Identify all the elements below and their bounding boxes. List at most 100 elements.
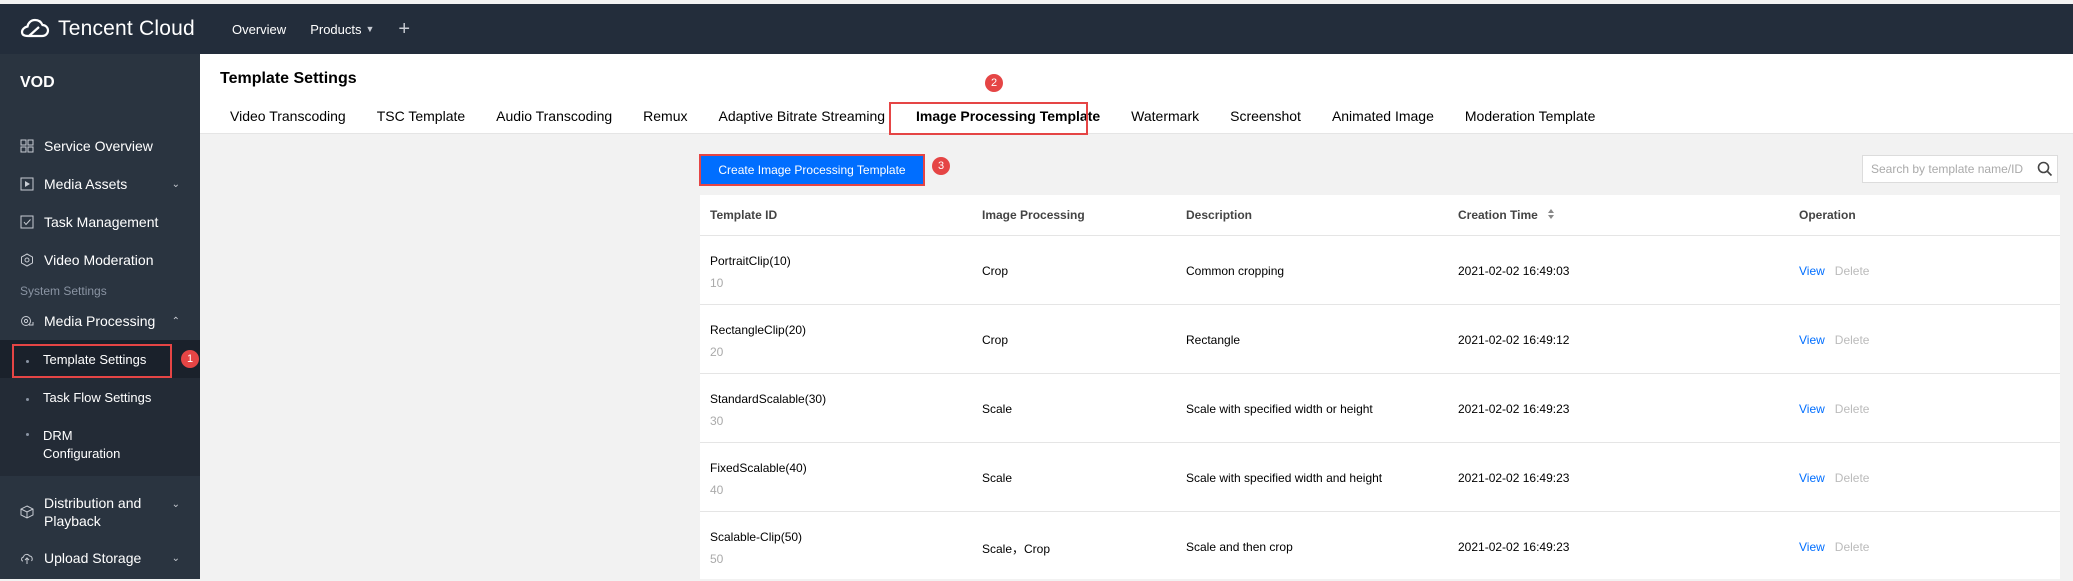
sidebar-item-task-management[interactable]: Task Management bbox=[0, 205, 200, 239]
sidebar-item-media-processing[interactable]: Media Processing ⌃ bbox=[0, 304, 200, 338]
template-name: FixedScalable(40) bbox=[710, 461, 807, 475]
delete-link[interactable]: Delete bbox=[1835, 264, 1870, 278]
content-header: Template Settings Video Transcoding TSC … bbox=[200, 54, 2073, 134]
delete-link[interactable]: Delete bbox=[1835, 402, 1870, 416]
chevron-down-icon: ⌄ bbox=[171, 552, 180, 564]
search-input[interactable] bbox=[1871, 157, 2031, 181]
view-link[interactable]: View bbox=[1799, 264, 1825, 278]
column-header-operation: Operation bbox=[1799, 208, 1856, 222]
view-link[interactable]: View bbox=[1799, 471, 1825, 485]
sidebar-item-video-moderation[interactable]: Video Moderation bbox=[0, 243, 200, 277]
template-name: Scalable-Clip(50) bbox=[710, 530, 803, 544]
step-badge-3: 3 bbox=[932, 157, 950, 175]
column-header-template-id: Template ID bbox=[710, 208, 778, 222]
sidebar-item-label: Video Moderation bbox=[44, 252, 154, 268]
sidebar-item-media-assets[interactable]: Media Assets ⌄ bbox=[0, 167, 200, 201]
creation-time-cell: 2021-02-02 16:49:23 bbox=[1458, 540, 1570, 554]
check-square-icon bbox=[20, 215, 34, 229]
operation-cell: View Delete bbox=[1799, 402, 1869, 416]
sidebar-item-service-overview[interactable]: Service Overview bbox=[0, 129, 200, 163]
sidebar-group-label: System Settings bbox=[20, 284, 107, 298]
sidebar-title: VOD bbox=[20, 74, 55, 91]
view-link[interactable]: View bbox=[1799, 540, 1825, 554]
operation-cell: View Delete bbox=[1799, 264, 1869, 278]
highlight-create-button bbox=[699, 154, 925, 186]
tab-remux[interactable]: Remux bbox=[643, 108, 687, 124]
bullet-icon bbox=[26, 398, 29, 401]
templates-table: Template ID Image Processing Description… bbox=[700, 195, 2060, 579]
logo-text: Tencent Cloud bbox=[58, 17, 195, 40]
sort-icon[interactable] bbox=[1547, 196, 1555, 236]
creation-time-cell: 2021-02-02 16:49:03 bbox=[1458, 264, 1570, 278]
step-badge-1: 1 bbox=[181, 350, 199, 368]
top-bar: Tencent Cloud Overview Products ▼ + bbox=[0, 0, 2073, 54]
delete-link[interactable]: Delete bbox=[1835, 540, 1870, 554]
table-row: PortraitClip(10) 10 Crop Common cropping … bbox=[700, 236, 2060, 305]
template-id-cell: StandardScalable(30) 30 bbox=[710, 392, 826, 428]
description-cell: Scale and then crop bbox=[1186, 540, 1293, 554]
caret-down-icon: ▼ bbox=[365, 24, 375, 34]
cloud-logo-icon bbox=[20, 18, 50, 38]
tab-tsc-template[interactable]: TSC Template bbox=[377, 108, 465, 124]
nav-products[interactable]: Products ▼ bbox=[310, 22, 374, 37]
delete-link[interactable]: Delete bbox=[1835, 333, 1870, 347]
sidebar-subitem-task-flow-settings[interactable]: Task Flow Settings bbox=[0, 390, 200, 405]
description-cell: Scale with specified width and height bbox=[1186, 471, 1383, 485]
view-link[interactable]: View bbox=[1799, 333, 1825, 347]
table-row: FixedScalable(40) 40 Scale Scale with spe… bbox=[700, 443, 2060, 512]
gear-cloud-icon bbox=[20, 314, 34, 328]
sidebar-item-label: Task Management bbox=[44, 214, 159, 230]
tab-screenshot[interactable]: Screenshot bbox=[1230, 108, 1301, 124]
template-id-cell: FixedScalable(40) 40 bbox=[710, 461, 807, 497]
tab-audio-transcoding[interactable]: Audio Transcoding bbox=[496, 108, 612, 124]
column-header-image-processing: Image Processing bbox=[982, 208, 1085, 222]
sidebar-subitem-drm-configuration[interactable]: DRM Configuration bbox=[0, 427, 120, 463]
processing-cell: Scale bbox=[982, 402, 1013, 416]
tab-animated-image[interactable]: Animated Image bbox=[1332, 108, 1434, 124]
template-id-cell: RectangleClip(20) 20 bbox=[710, 323, 806, 359]
processing-cell: Scale，Crop bbox=[982, 542, 1051, 556]
step-badge-2: 2 bbox=[985, 74, 1003, 92]
highlight-template-settings bbox=[12, 344, 172, 378]
template-search bbox=[1862, 155, 2058, 183]
template-id-cell: PortraitClip(10) 10 bbox=[710, 254, 791, 290]
tab-adaptive-bitrate-streaming[interactable]: Adaptive Bitrate Streaming bbox=[719, 108, 886, 124]
tencent-cloud-logo[interactable]: Tencent Cloud bbox=[20, 17, 200, 41]
column-header-creation-time[interactable]: Creation Time bbox=[1458, 195, 1555, 235]
bullet-icon bbox=[26, 433, 29, 436]
table-row: Scalable-Clip(50) 50 Scale，Crop Scale and… bbox=[700, 512, 2060, 581]
chevron-down-icon: ⌄ bbox=[171, 499, 180, 510]
search-icon[interactable] bbox=[2037, 161, 2053, 177]
template-id: 10 bbox=[710, 276, 724, 290]
operation-cell: View Delete bbox=[1799, 333, 1869, 347]
template-id: 50 bbox=[710, 552, 724, 566]
view-link[interactable]: View bbox=[1799, 402, 1825, 416]
add-shortcut-button[interactable]: + bbox=[398, 18, 410, 41]
description-cell: Scale with specified width or height bbox=[1186, 402, 1373, 416]
template-name: PortraitClip(10) bbox=[710, 254, 791, 268]
delete-link[interactable]: Delete bbox=[1835, 471, 1870, 485]
chevron-down-icon: ⌄ bbox=[171, 178, 180, 190]
operation-cell: View Delete bbox=[1799, 540, 1869, 554]
template-name: RectangleClip(20) bbox=[710, 323, 807, 337]
nav-overview-label: Overview bbox=[232, 21, 287, 37]
sidebar-item-upload-storage[interactable]: Upload Storage ⌄ bbox=[0, 541, 200, 575]
tab-watermark[interactable]: Watermark bbox=[1131, 108, 1199, 124]
template-id: 40 bbox=[710, 483, 724, 497]
processing-cell: Crop bbox=[982, 264, 1009, 278]
operation-cell: View Delete bbox=[1799, 471, 1869, 485]
sidebar-subitem-label: DRM Configuration bbox=[43, 428, 121, 461]
tab-moderation-template[interactable]: Moderation Template bbox=[1465, 108, 1595, 124]
sidebar-item-distribution-playback[interactable]: Distribution and Playback ⌄ bbox=[0, 492, 200, 532]
play-icon bbox=[20, 177, 34, 191]
template-id-cell: Scalable-Clip(50) 50 bbox=[710, 530, 802, 566]
sidebar-item-label: Upload Storage bbox=[44, 550, 142, 566]
cube-icon bbox=[20, 505, 34, 519]
tab-video-transcoding[interactable]: Video Transcoding bbox=[230, 108, 346, 124]
grid-icon bbox=[20, 139, 34, 153]
nav-overview[interactable]: Overview bbox=[232, 22, 286, 37]
chevron-up-icon: ⌃ bbox=[171, 315, 180, 327]
column-header-description: Description bbox=[1186, 208, 1253, 222]
processing-cell: Scale bbox=[982, 471, 1013, 485]
highlight-image-processing-tab bbox=[889, 102, 1088, 135]
